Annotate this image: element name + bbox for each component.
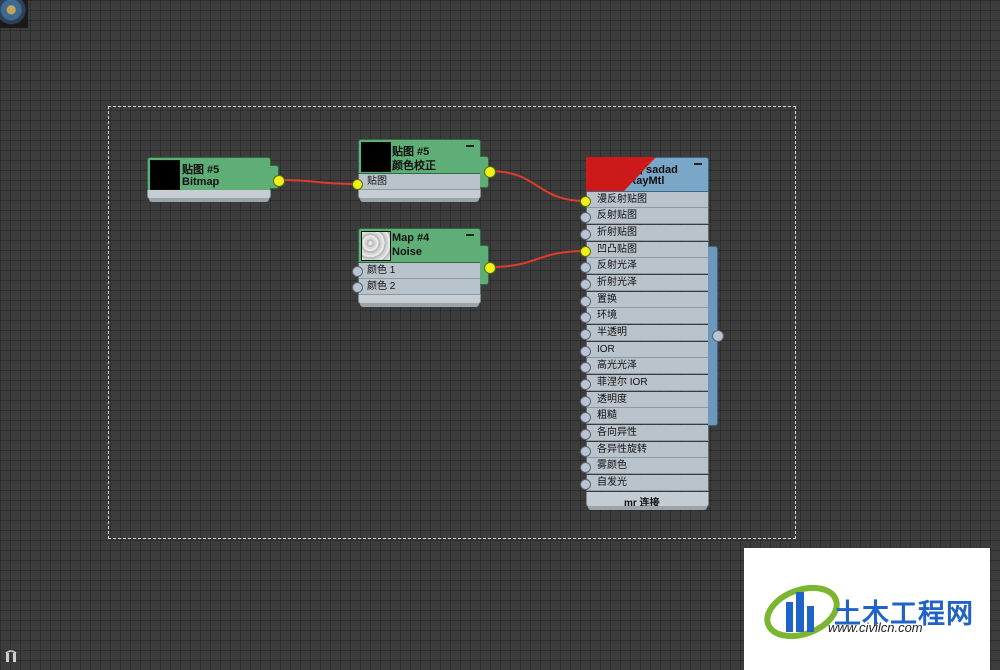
slot-self-illumination[interactable]: 自发光	[586, 475, 709, 491]
noise-output-socket[interactable]	[484, 262, 496, 274]
color-correction-node[interactable]: 贴图 #5 颜色校正 贴图	[358, 139, 481, 203]
refract-gloss-input-socket[interactable]	[580, 279, 591, 290]
displacement-input-socket[interactable]	[580, 296, 591, 307]
noise-color2-socket[interactable]	[352, 282, 363, 293]
noise-node-footer-edge	[360, 303, 479, 307]
collapse-icon[interactable]	[466, 234, 474, 236]
vraymtl-node[interactable]: 墙面 sadad VRayMtl 漫反射贴图 反射贴图 折射贴图 凹凸贴图 反射…	[586, 157, 709, 515]
noise-node-title: Map #4	[392, 232, 430, 244]
watermark-logo: 土木工程网 www.civilcn.com	[744, 548, 990, 670]
collapse-icon[interactable]	[466, 145, 474, 147]
color-correction-thumbnail	[361, 142, 391, 172]
translucency-input-socket[interactable]	[580, 329, 591, 340]
reflect-input-socket[interactable]	[580, 212, 591, 223]
color-correction-input-socket[interactable]	[352, 179, 363, 190]
reflect-gloss-input-socket[interactable]	[580, 262, 591, 273]
fresnel-ior-input-socket[interactable]	[580, 379, 591, 390]
anisotropy-input-socket[interactable]	[580, 429, 591, 440]
bitmap-node-type: Bitmap	[182, 176, 220, 188]
slot-displacement[interactable]: 置换	[586, 292, 709, 308]
slot-diffuse-map[interactable]: 漫反射贴图	[586, 192, 709, 208]
bitmap-output-socket[interactable]	[273, 175, 285, 187]
opacity-input-socket[interactable]	[580, 396, 591, 407]
environment-input-socket[interactable]	[580, 312, 591, 323]
fog-color-input-socket[interactable]	[580, 462, 591, 473]
color-correction-output-socket[interactable]	[484, 166, 496, 178]
slot-opacity[interactable]: 透明度	[586, 392, 709, 408]
noise-node-type: Noise	[392, 246, 422, 258]
slot-refract-map[interactable]: 折射贴图	[586, 225, 709, 241]
roughness-input-socket[interactable]	[580, 412, 591, 423]
color-correction-node-type: 颜色校正	[392, 160, 436, 172]
vraymtl-output-socket[interactable]	[712, 330, 724, 342]
slot-fog-color[interactable]: 雾颜色	[586, 458, 709, 474]
slot-color-1[interactable]: 颜色 1	[358, 263, 481, 279]
slot-translucency[interactable]: 半透明	[586, 325, 709, 341]
watermark-url: www.civilcn.com	[828, 620, 923, 635]
slot-anisotropy-rotation[interactable]: 各异性旋转	[586, 442, 709, 458]
slot-bump-map[interactable]: 凹凸贴图	[586, 242, 709, 258]
slot-map[interactable]: 贴图	[358, 174, 481, 190]
ior-input-socket[interactable]	[580, 346, 591, 357]
noise-thumbnail	[361, 231, 391, 261]
bump-input-socket[interactable]	[580, 246, 591, 257]
hilight-gloss-input-socket[interactable]	[580, 362, 591, 373]
slot-ior[interactable]: IOR	[586, 342, 709, 358]
noise-node[interactable]: Map #4 Noise 颜色 1 颜色 2	[358, 228, 481, 308]
bitmap-node-footer-edge	[149, 198, 269, 202]
slot-hilight-gloss[interactable]: 高光光泽	[586, 358, 709, 374]
navigation-icon[interactable]	[4, 650, 18, 664]
vraymtl-node-footer-edge	[588, 506, 707, 510]
anisotropy-rotation-input-socket[interactable]	[580, 446, 591, 457]
bitmap-node-title: 贴图 #5	[182, 164, 220, 176]
slot-reflect-map[interactable]: 反射贴图	[586, 208, 709, 224]
slot-anisotropy[interactable]: 各向异性	[586, 425, 709, 441]
slot-environment[interactable]: 环境	[586, 308, 709, 324]
vraymtl-thumbnail	[0, 0, 28, 28]
civilcn-logo-icon	[764, 584, 840, 640]
self-illumination-input-socket[interactable]	[580, 479, 591, 490]
collapse-icon[interactable]	[694, 163, 702, 165]
slot-fresnel-ior[interactable]: 菲涅尔 IOR	[586, 375, 709, 391]
bitmap-thumbnail	[150, 160, 180, 190]
slot-refract-gloss[interactable]: 折射光泽	[586, 275, 709, 291]
diffuse-input-socket[interactable]	[580, 196, 591, 207]
bitmap-node[interactable]: 贴图 #5 Bitmap	[147, 157, 271, 202]
slot-reflect-gloss[interactable]: 反射光泽	[586, 258, 709, 274]
material-preview-warning	[586, 157, 656, 191]
color-correction-node-footer-edge	[360, 198, 479, 202]
slot-color-2[interactable]: 颜色 2	[358, 279, 481, 295]
slot-roughness[interactable]: 粗糙	[586, 408, 709, 424]
noise-color1-socket[interactable]	[352, 266, 363, 277]
refract-input-socket[interactable]	[580, 229, 591, 240]
